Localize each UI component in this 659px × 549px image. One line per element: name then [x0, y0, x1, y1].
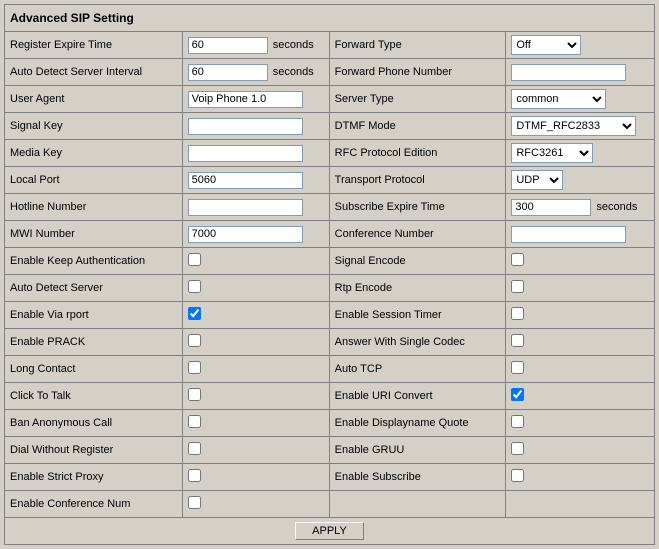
- answer-single-codec-label: Answer With Single Codec: [329, 329, 506, 356]
- forward-type-label: Forward Type: [329, 32, 506, 59]
- signal-key-input[interactable]: [188, 118, 303, 135]
- transport-protocol-select[interactable]: UDP: [511, 170, 563, 190]
- enable-keep-auth-label: Enable Keep Authentication: [5, 248, 183, 275]
- hotline-number-label: Hotline Number: [5, 194, 183, 221]
- auto-tcp-checkbox[interactable]: [511, 361, 524, 374]
- auto-tcp-label: Auto TCP: [329, 356, 506, 383]
- auto-detect-interval-input[interactable]: [188, 64, 268, 81]
- signal-encode-label: Signal Encode: [329, 248, 506, 275]
- register-expire-time-input[interactable]: [188, 37, 268, 54]
- enable-subscribe-checkbox[interactable]: [511, 469, 524, 482]
- enable-session-timer-label: Enable Session Timer: [329, 302, 506, 329]
- enable-prack-checkbox[interactable]: [188, 334, 201, 347]
- auto-detect-server-checkbox[interactable]: [188, 280, 201, 293]
- mwi-number-input[interactable]: [188, 226, 303, 243]
- enable-keep-auth-checkbox[interactable]: [188, 253, 201, 266]
- server-type-label: Server Type: [329, 86, 506, 113]
- local-port-label: Local Port: [5, 167, 183, 194]
- ban-anonymous-label: Ban Anonymous Call: [5, 410, 183, 437]
- subscribe-expire-time-input[interactable]: [511, 199, 591, 216]
- advanced-sip-setting-table: Advanced SIP Setting Register Expire Tim…: [4, 4, 655, 545]
- conference-number-label: Conference Number: [329, 221, 506, 248]
- apply-button[interactable]: APPLY: [295, 522, 364, 540]
- subscribe-expire-time-label: Subscribe Expire Time: [329, 194, 506, 221]
- rtp-encode-label: Rtp Encode: [329, 275, 506, 302]
- user-agent-input[interactable]: [188, 91, 303, 108]
- click-to-talk-checkbox[interactable]: [188, 388, 201, 401]
- server-type-select[interactable]: common: [511, 89, 606, 109]
- seconds-unit: seconds: [273, 66, 314, 78]
- enable-strict-proxy-checkbox[interactable]: [188, 469, 201, 482]
- rtp-encode-checkbox[interactable]: [511, 280, 524, 293]
- enable-displayname-quote-checkbox[interactable]: [511, 415, 524, 428]
- answer-single-codec-checkbox[interactable]: [511, 334, 524, 347]
- enable-via-rport-label: Enable Via rport: [5, 302, 183, 329]
- enable-uri-convert-checkbox[interactable]: [511, 388, 524, 401]
- signal-key-label: Signal Key: [5, 113, 183, 140]
- seconds-unit: seconds: [596, 201, 637, 213]
- dial-without-register-label: Dial Without Register: [5, 437, 183, 464]
- mwi-number-label: MWI Number: [5, 221, 183, 248]
- conference-number-input[interactable]: [511, 226, 626, 243]
- enable-prack-label: Enable PRACK: [5, 329, 183, 356]
- click-to-talk-label: Click To Talk: [5, 383, 183, 410]
- enable-via-rport-checkbox[interactable]: [188, 307, 201, 320]
- local-port-input[interactable]: [188, 172, 303, 189]
- auto-detect-server-label: Auto Detect Server: [5, 275, 183, 302]
- enable-conference-num-label: Enable Conference Num: [5, 491, 183, 518]
- hotline-number-input[interactable]: [188, 199, 303, 216]
- forward-phone-number-label: Forward Phone Number: [329, 59, 506, 86]
- seconds-unit: seconds: [273, 39, 314, 51]
- signal-encode-checkbox[interactable]: [511, 253, 524, 266]
- long-contact-label: Long Contact: [5, 356, 183, 383]
- auto-detect-interval-label: Auto Detect Server Interval: [5, 59, 183, 86]
- dtmf-mode-select[interactable]: DTMF_RFC2833: [511, 116, 636, 136]
- enable-strict-proxy-label: Enable Strict Proxy: [5, 464, 183, 491]
- transport-protocol-label: Transport Protocol: [329, 167, 506, 194]
- user-agent-label: User Agent: [5, 86, 183, 113]
- dial-without-register-checkbox[interactable]: [188, 442, 201, 455]
- enable-session-timer-checkbox[interactable]: [511, 307, 524, 320]
- media-key-input[interactable]: [188, 145, 303, 162]
- enable-uri-convert-label: Enable URI Convert: [329, 383, 506, 410]
- section-header: Advanced SIP Setting: [5, 5, 655, 32]
- enable-subscribe-label: Enable Subscribe: [329, 464, 506, 491]
- ban-anonymous-checkbox[interactable]: [188, 415, 201, 428]
- dtmf-mode-label: DTMF Mode: [329, 113, 506, 140]
- enable-displayname-quote-label: Enable Displayname Quote: [329, 410, 506, 437]
- enable-conference-num-checkbox[interactable]: [188, 496, 201, 509]
- enable-gruu-label: Enable GRUU: [329, 437, 506, 464]
- long-contact-checkbox[interactable]: [188, 361, 201, 374]
- enable-gruu-checkbox[interactable]: [511, 442, 524, 455]
- rfc-protocol-edition-select[interactable]: RFC3261: [511, 143, 593, 163]
- forward-phone-number-input[interactable]: [511, 64, 626, 81]
- register-expire-time-label: Register Expire Time: [5, 32, 183, 59]
- forward-type-select[interactable]: Off: [511, 35, 581, 55]
- media-key-label: Media Key: [5, 140, 183, 167]
- rfc-protocol-edition-label: RFC Protocol Edition: [329, 140, 506, 167]
